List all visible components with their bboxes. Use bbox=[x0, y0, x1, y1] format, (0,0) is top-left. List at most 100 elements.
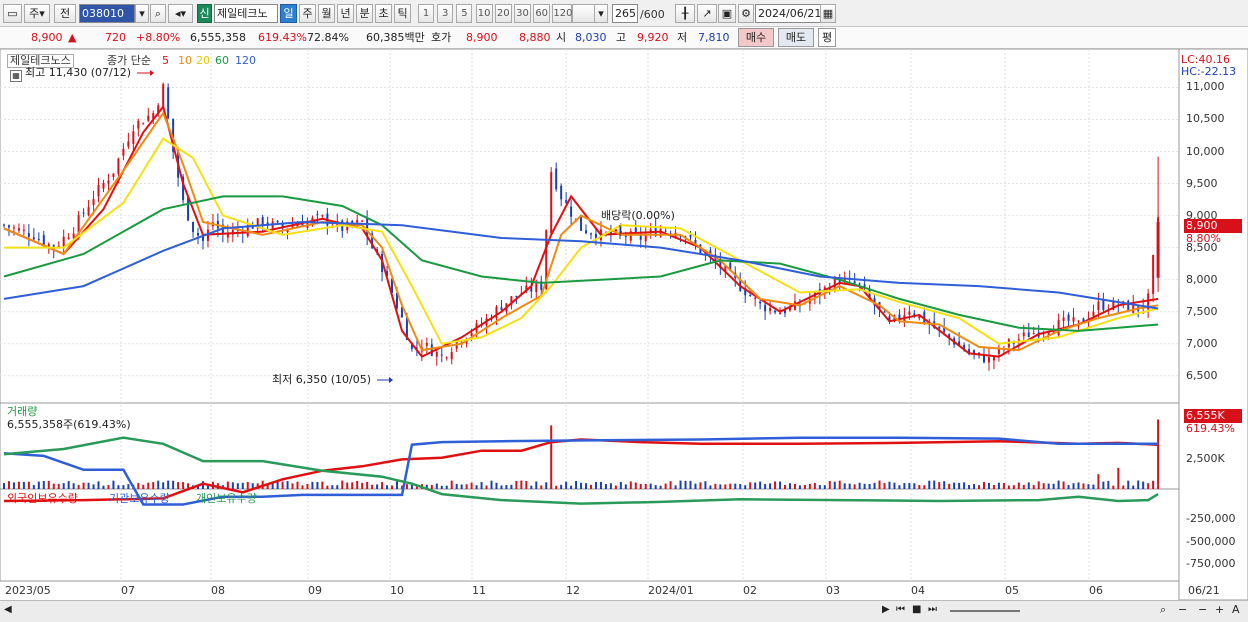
volume-bar bbox=[455, 483, 458, 489]
volume-bar bbox=[664, 483, 667, 489]
volume-bar bbox=[445, 485, 448, 489]
stock-name-field[interactable]: 제일테크노 bbox=[214, 4, 278, 23]
count-total: /600 bbox=[640, 8, 665, 21]
tick-button-30[interactable]: 30 bbox=[514, 4, 531, 23]
volume-bar bbox=[306, 483, 309, 489]
volume-bar bbox=[480, 482, 483, 489]
calendar-icon[interactable]: ▦ bbox=[820, 4, 836, 23]
price-ytick: 11,000 bbox=[1186, 80, 1225, 94]
candle-body bbox=[87, 207, 90, 216]
volume-bar bbox=[689, 480, 692, 489]
chart-type-icon[interactable]: ╂ bbox=[675, 4, 695, 23]
period-tab-2[interactable]: 월 bbox=[318, 4, 335, 23]
tick-button-20[interactable]: 20 bbox=[494, 4, 512, 23]
candle-body bbox=[759, 301, 762, 304]
candle-body bbox=[321, 215, 324, 217]
volume-bar bbox=[157, 480, 160, 489]
candle-body bbox=[938, 326, 941, 329]
tick-button-3[interactable]: 3 bbox=[437, 4, 454, 23]
save-icon[interactable]: ▣ bbox=[718, 4, 736, 23]
period-tab-6[interactable]: 틱 bbox=[394, 4, 411, 23]
volume-bar bbox=[540, 485, 543, 489]
stock-chart[interactable] bbox=[0, 49, 1248, 600]
x-axis-label: 09 bbox=[308, 584, 322, 597]
volume-bar bbox=[336, 485, 339, 489]
candle-body bbox=[72, 233, 75, 239]
scroll-left-icon[interactable]: ◀ bbox=[4, 604, 12, 615]
legend-ma10: 10 bbox=[178, 54, 192, 67]
volume-ytick: 2,500K bbox=[1186, 452, 1225, 465]
scroll-right-icon[interactable]: ▶ bbox=[882, 604, 890, 615]
x-axis-label: 04 bbox=[911, 584, 925, 597]
volume-current-pct: 619.43% bbox=[1186, 422, 1235, 435]
search-icon[interactable]: ⌕ bbox=[150, 4, 166, 23]
tick-button-10[interactable]: 10 bbox=[475, 4, 493, 23]
tick-button-5[interactable]: 5 bbox=[456, 4, 473, 23]
volume-bar bbox=[749, 482, 752, 489]
volume-bar bbox=[485, 485, 488, 489]
prev-button[interactable]: 전 bbox=[54, 4, 76, 23]
volume-bar bbox=[918, 485, 921, 489]
date-input[interactable]: 2024/06/21 bbox=[755, 4, 821, 23]
stock-type-select[interactable]: 주▾ bbox=[24, 4, 50, 23]
zoom-in-icon[interactable]: + bbox=[1215, 603, 1224, 616]
forward-icon[interactable]: ⏭ bbox=[928, 604, 937, 615]
volume-bar bbox=[17, 481, 20, 489]
volume-bar bbox=[321, 481, 324, 489]
eval-button[interactable]: 평 bbox=[818, 28, 836, 47]
volume-bar bbox=[560, 484, 563, 489]
code-input[interactable]: 038010 bbox=[79, 4, 135, 23]
rewind-icon[interactable]: ⏮ bbox=[896, 604, 905, 615]
window-menu-icon[interactable]: ▭ bbox=[3, 4, 22, 23]
stop-icon[interactable]: ■ bbox=[912, 604, 921, 615]
volume-bar bbox=[276, 481, 279, 489]
candle-body bbox=[764, 304, 767, 312]
speaker-icon[interactable]: ◂▾ bbox=[168, 4, 193, 23]
candle-body bbox=[142, 123, 145, 125]
tick-button-120[interactable]: 120 bbox=[552, 4, 572, 23]
tick-button-1[interactable]: 1 bbox=[418, 4, 434, 23]
price-ytick: 9,500 bbox=[1186, 176, 1218, 190]
volume-bar bbox=[366, 481, 369, 489]
candle-body bbox=[162, 84, 165, 109]
chart-scrollbar[interactable]: ◀ ▶ ⏮ ■ ⏭ ⌕ − − + A bbox=[0, 600, 1248, 622]
period-tab-3[interactable]: 년 bbox=[337, 4, 354, 23]
candle-body bbox=[550, 172, 553, 234]
volume-bar bbox=[1147, 483, 1150, 489]
candle-body bbox=[1072, 317, 1075, 322]
volume-bar bbox=[973, 484, 976, 489]
volume-bar bbox=[162, 482, 165, 489]
candle-body bbox=[107, 180, 110, 184]
candle-body bbox=[192, 221, 195, 233]
code-dropdown-icon[interactable]: ▾ bbox=[135, 4, 149, 23]
buy-button[interactable]: 매수 bbox=[738, 28, 774, 47]
volume-bar bbox=[346, 482, 349, 489]
text-tool-icon[interactable]: A bbox=[1232, 603, 1240, 616]
price-change: 720 bbox=[105, 31, 126, 44]
trendline-icon[interactable]: ↗ bbox=[697, 4, 717, 23]
sell-button[interactable]: 매도 bbox=[778, 28, 814, 47]
grid-icon[interactable]: ▦ bbox=[10, 70, 22, 82]
candle-body bbox=[987, 357, 990, 363]
volume-bar bbox=[3, 483, 5, 489]
period-tab-5[interactable]: 초 bbox=[375, 4, 392, 23]
legend-ma60: 60 bbox=[215, 54, 229, 67]
search-icon[interactable]: ⌕ bbox=[1160, 603, 1166, 617]
period-tab-4[interactable]: 분 bbox=[356, 4, 373, 23]
tick-button-60[interactable]: 60 bbox=[533, 4, 551, 23]
volume-bar bbox=[231, 482, 234, 489]
volume-bar bbox=[331, 485, 334, 489]
zoom-slider[interactable] bbox=[950, 610, 1020, 612]
period-tab-0[interactable]: 일 bbox=[280, 4, 297, 23]
zoom-out-icon[interactable]: − bbox=[1178, 603, 1187, 616]
high-price: 9,920 bbox=[637, 31, 669, 44]
zoom-reset-icon[interactable]: − bbox=[1198, 603, 1207, 616]
tick-dropdown-icon[interactable]: ▾ bbox=[594, 4, 608, 23]
volume-bar bbox=[351, 482, 354, 489]
volume-bar bbox=[137, 483, 140, 489]
volume-bar bbox=[1097, 474, 1100, 489]
volume-bar bbox=[868, 483, 871, 489]
gear-icon[interactable]: ⚙ bbox=[738, 4, 754, 23]
count-input[interactable]: 265 bbox=[612, 4, 638, 23]
period-tab-1[interactable]: 주 bbox=[299, 4, 316, 23]
